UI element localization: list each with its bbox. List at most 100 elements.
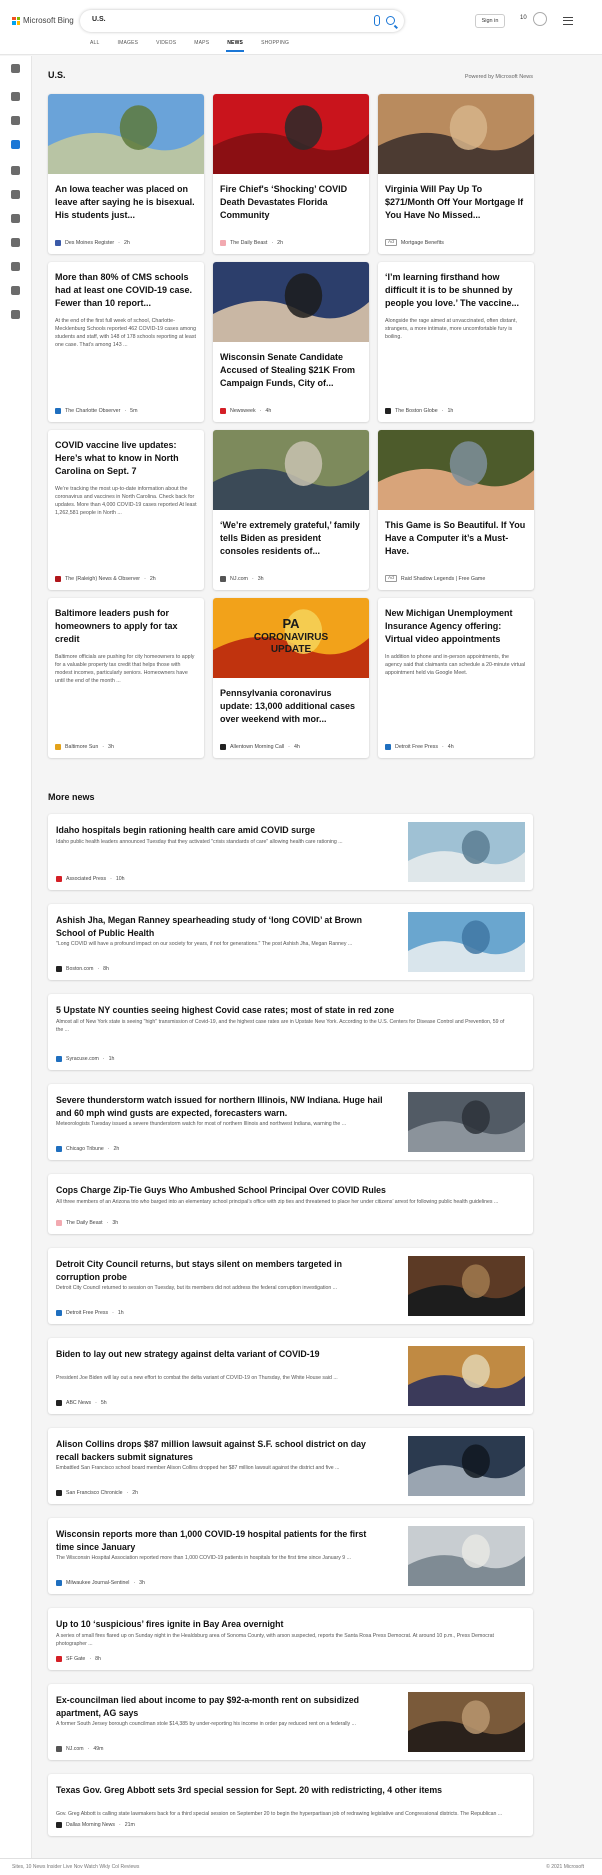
expand-icon[interactable] bbox=[11, 64, 20, 73]
business-icon[interactable] bbox=[11, 286, 20, 295]
card-headline[interactable]: Virginia Will Pay Up To $271/Month Off Y… bbox=[378, 174, 534, 222]
item-headline[interactable]: Ashish Jha, Megan Ranney spearheading st… bbox=[56, 914, 386, 939]
item-headline[interactable]: Up to 10 ‘suspicious’ fires ignite in Ba… bbox=[56, 1618, 521, 1631]
card-image[interactable] bbox=[48, 94, 204, 174]
item-headline[interactable]: Ex-councilman lied about income to pay $… bbox=[56, 1694, 386, 1719]
news-list-item[interactable]: Up to 10 ‘suspicious’ fires ignite in Ba… bbox=[48, 1608, 533, 1670]
news-card[interactable]: An Iowa teacher was placed on leave afte… bbox=[48, 94, 204, 254]
news-list-item[interactable]: Ex-councilman lied about income to pay $… bbox=[48, 1684, 533, 1760]
card-source[interactable]: NJ.com · 3h bbox=[220, 576, 264, 582]
tab-all[interactable]: ALL bbox=[90, 40, 100, 46]
card-headline[interactable]: ‘We’re extremely grateful,’ family tells… bbox=[213, 510, 369, 558]
item-thumbnail[interactable] bbox=[408, 1436, 525, 1496]
item-headline[interactable]: Cops Charge Zip-Tie Guys Who Ambushed Sc… bbox=[56, 1184, 521, 1197]
bing-logo[interactable]: Microsoft Bing bbox=[12, 16, 74, 25]
item-source[interactable]: Boston.com · 8h bbox=[56, 966, 109, 972]
item-source[interactable]: Associated Press · 10h bbox=[56, 876, 124, 882]
home-icon[interactable] bbox=[11, 92, 20, 101]
card-headline[interactable]: More than 80% of CMS schools had at leas… bbox=[48, 262, 204, 310]
globe-icon[interactable] bbox=[11, 190, 20, 199]
card-image[interactable] bbox=[213, 262, 369, 342]
entertainment-icon[interactable] bbox=[11, 262, 20, 271]
science-icon[interactable] bbox=[11, 238, 20, 247]
card-headline[interactable]: ‘I’m learning firsthand how difficult it… bbox=[378, 262, 534, 310]
news-list-item[interactable]: Idaho hospitals begin rationing health c… bbox=[48, 814, 533, 890]
news-list-item[interactable]: Cops Charge Zip-Tie Guys Who Ambushed Sc… bbox=[48, 1174, 533, 1234]
item-source[interactable]: Chicago Tribune · 2h bbox=[56, 1146, 119, 1152]
card-headline[interactable]: COVID vaccine live updates: Here’s what … bbox=[48, 430, 204, 478]
item-thumbnail[interactable] bbox=[408, 1256, 525, 1316]
item-headline[interactable]: Wisconsin reports more than 1,000 COVID-… bbox=[56, 1528, 386, 1553]
card-source[interactable]: The Charlotte Observer · 5m bbox=[55, 408, 137, 414]
card-source[interactable]: The (Raleigh) News & Observer · 2h bbox=[55, 576, 156, 582]
item-headline[interactable]: Detroit City Council returns, but stays … bbox=[56, 1258, 386, 1283]
item-thumbnail[interactable] bbox=[408, 912, 525, 972]
trending-icon[interactable] bbox=[11, 116, 20, 125]
car-icon[interactable] bbox=[11, 310, 20, 319]
card-headline[interactable]: New Michigan Unemployment Insurance Agen… bbox=[378, 598, 534, 646]
item-thumbnail[interactable] bbox=[408, 1092, 525, 1152]
card-headline[interactable]: This Game is So Beautiful. If You Have a… bbox=[378, 510, 534, 558]
item-source[interactable]: Detroit Free Press · 1h bbox=[56, 1310, 124, 1316]
card-headline[interactable]: Pennsylvania coronavirus update: 13,000 … bbox=[213, 678, 369, 726]
item-source[interactable]: ABC News · 5h bbox=[56, 1400, 107, 1406]
card-image[interactable] bbox=[378, 94, 534, 174]
sign-in-button[interactable]: Sign in bbox=[475, 14, 505, 28]
finance-icon[interactable] bbox=[11, 214, 20, 223]
card-image[interactable] bbox=[378, 430, 534, 510]
item-thumbnail[interactable] bbox=[408, 1692, 525, 1752]
news-card[interactable]: Wisconsin Senate Candidate Accused of St… bbox=[213, 262, 369, 422]
card-headline[interactable]: Wisconsin Senate Candidate Accused of St… bbox=[213, 342, 369, 390]
news-list-item[interactable]: Severe thunderstorm watch issued for nor… bbox=[48, 1084, 533, 1160]
card-headline[interactable]: Fire Chief's ‘Shocking’ COVID Death Deva… bbox=[213, 174, 369, 222]
card-image[interactable]: PA CORONAVIRUS UPDATE bbox=[213, 598, 369, 678]
search-input[interactable]: U.S. bbox=[92, 16, 106, 23]
item-thumbnail[interactable] bbox=[408, 822, 525, 882]
card-source[interactable]: Ad Mortgage Benefits bbox=[385, 239, 444, 246]
news-card[interactable]: PA CORONAVIRUS UPDATE Pennsylvania coronavi… bbox=[213, 598, 369, 758]
card-source[interactable]: The Daily Beast · 2h bbox=[220, 240, 283, 246]
flag-icon[interactable] bbox=[11, 140, 20, 149]
news-list-item[interactable]: Texas Gov. Greg Abbott sets 3rd special … bbox=[48, 1774, 533, 1836]
news-list-item[interactable]: 5 Upstate NY counties seeing highest Cov… bbox=[48, 994, 533, 1070]
menu-icon[interactable] bbox=[563, 17, 573, 25]
rewards-trophy-icon[interactable] bbox=[533, 12, 547, 26]
news-list-item[interactable]: Wisconsin reports more than 1,000 COVID-… bbox=[48, 1518, 533, 1594]
card-source[interactable]: Baltimore Sun · 3h bbox=[55, 744, 114, 750]
item-source[interactable]: The Daily Beast · 3h bbox=[56, 1220, 118, 1226]
microphone-icon[interactable] bbox=[374, 15, 380, 26]
item-source[interactable]: NJ.com · 49m bbox=[56, 1746, 103, 1752]
item-headline[interactable]: Texas Gov. Greg Abbott sets 3rd special … bbox=[56, 1784, 521, 1797]
news-list-item[interactable]: Detroit City Council returns, but stays … bbox=[48, 1248, 533, 1324]
item-headline[interactable]: Idaho hospitals begin rationing health c… bbox=[56, 824, 386, 837]
card-source[interactable]: Ad Raid Shadow Legends | Free Game bbox=[385, 575, 485, 582]
news-card[interactable]: Virginia Will Pay Up To $271/Month Off Y… bbox=[378, 94, 534, 254]
item-headline[interactable]: 5 Upstate NY counties seeing highest Cov… bbox=[56, 1004, 521, 1017]
tab-news[interactable]: NEWS bbox=[226, 40, 244, 52]
news-card[interactable]: Fire Chief's ‘Shocking’ COVID Death Deva… bbox=[213, 94, 369, 254]
news-card[interactable]: COVID vaccine live updates: Here’s what … bbox=[48, 430, 204, 590]
item-headline[interactable]: Alison Collins drops $87 million lawsuit… bbox=[56, 1438, 386, 1463]
item-thumbnail[interactable] bbox=[408, 1346, 525, 1406]
location-icon[interactable] bbox=[11, 166, 20, 175]
card-source[interactable]: Newsweek · 4h bbox=[220, 408, 271, 414]
card-source[interactable]: Allentown Morning Call · 4h bbox=[220, 744, 300, 750]
news-card[interactable]: More than 80% of CMS schools had at leas… bbox=[48, 262, 204, 422]
item-source[interactable]: SF Gate · 8h bbox=[56, 1656, 101, 1662]
news-card[interactable]: Baltimore leaders push for homeowners to… bbox=[48, 598, 204, 758]
rewards-count[interactable]: 10 bbox=[520, 15, 527, 21]
item-source[interactable]: Milwaukee Journal-Sentinel · 3h bbox=[56, 1580, 145, 1586]
card-headline[interactable]: Baltimore leaders push for homeowners to… bbox=[48, 598, 204, 646]
card-image[interactable] bbox=[213, 430, 369, 510]
item-source[interactable]: Dallas Morning News · 21m bbox=[56, 1822, 135, 1828]
item-headline[interactable]: Severe thunderstorm watch issued for nor… bbox=[56, 1094, 386, 1119]
item-thumbnail[interactable] bbox=[408, 1526, 525, 1586]
item-headline[interactable]: Biden to lay out new strategy against de… bbox=[56, 1348, 386, 1361]
news-card[interactable]: This Game is So Beautiful. If You Have a… bbox=[378, 430, 534, 590]
search-box[interactable]: U.S. bbox=[80, 10, 404, 32]
tab-maps[interactable]: MAPS bbox=[194, 40, 209, 46]
footer-links[interactable]: Sites, 10 News Insider Live Nov Watch Wk… bbox=[12, 1864, 139, 1870]
item-source[interactable]: Syracuse.com · 1h bbox=[56, 1056, 114, 1062]
card-headline[interactable]: An Iowa teacher was placed on leave afte… bbox=[48, 174, 204, 222]
card-source[interactable]: Detroit Free Press · 4h bbox=[385, 744, 454, 750]
